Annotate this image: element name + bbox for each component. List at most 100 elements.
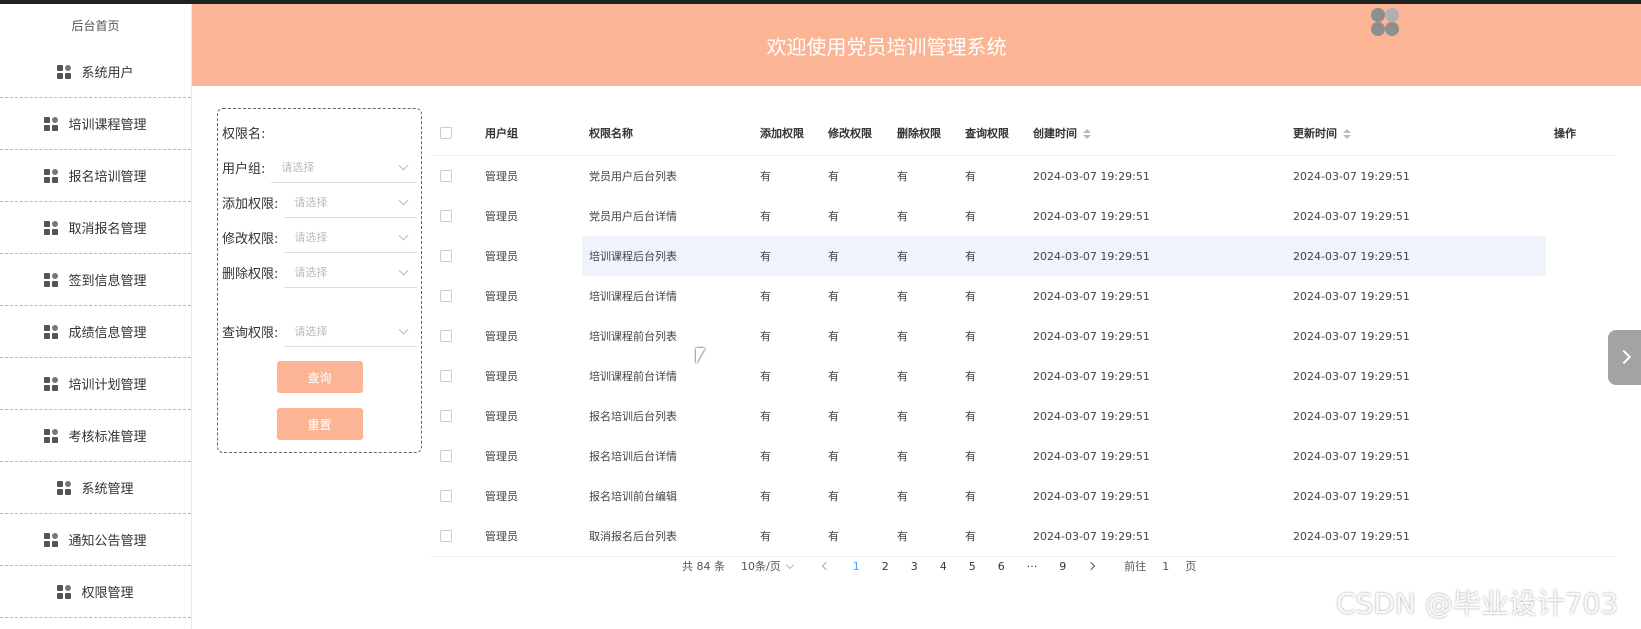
table-row[interactable]: 管理员 培训课程后台详情 有 有 有 有 2024-03-07 19:29:51 2024-0… (430, 276, 1616, 316)
table-body: 管理员 党员用户后台列表有有有有 2024-03-07 19:29:51 2024-0… (430, 156, 1616, 556)
row-checkbox[interactable] (440, 330, 452, 342)
sidebar-item-label: 系统用户 (81, 66, 134, 81)
sidebar-item-scores[interactable]: 成绩信息管理 (0, 306, 191, 358)
table-cell: 2024-03-07 19:29:51 (1033, 329, 1150, 343)
add-permission-select[interactable]: 请选择 (284, 188, 417, 218)
table-cell: 2024-03-07 19:29:51 (1033, 169, 1150, 183)
sidebar-item-plan[interactable]: 培训计划管理 (0, 358, 191, 410)
avatar[interactable] (1369, 6, 1401, 38)
table-cell: 管理员 (485, 210, 518, 223)
table-cell: 2024-03-07 19:29:51 (1033, 369, 1150, 383)
edit-permission-select[interactable]: 请选择 (284, 223, 417, 253)
table-cell: 有 (760, 210, 771, 223)
page-3[interactable]: 3 (911, 560, 918, 573)
chevron-right-icon[interactable] (1608, 330, 1641, 385)
sidebar-item-course[interactable]: 培训课程管理 (0, 98, 191, 150)
chevron-down-icon (398, 324, 409, 334)
table-cell: 2024-03-07 19:29:51 (1033, 449, 1150, 463)
table-row[interactable]: 管理员 报名培训后台详情 有 有 有 有 2024-03-07 19:29:51 2024-0… (430, 436, 1616, 476)
row-checkbox[interactable] (440, 370, 452, 382)
page-6[interactable]: 6 (998, 560, 1005, 573)
menu-icon (44, 168, 60, 183)
menu-icon (57, 64, 73, 79)
table-cell: 有 (760, 450, 771, 463)
checkbox-cell (430, 530, 485, 542)
sidebar-item-label: 成绩信息管理 (68, 326, 147, 341)
checkbox-cell (430, 250, 485, 262)
sidebar-item-permissions[interactable]: 权限管理 (0, 566, 191, 618)
sortable-column-header[interactable]: 创建时间 (1033, 125, 1293, 141)
chevron-down-icon (398, 230, 409, 240)
prev-page-icon[interactable] (821, 561, 830, 571)
user-group-label: 用户组: (222, 162, 266, 177)
row-checkbox[interactable] (440, 170, 452, 182)
table-cell: 管理员 (485, 290, 518, 303)
row-checkbox[interactable] (440, 530, 452, 542)
table-cell: 有 (760, 330, 771, 343)
sidebar-item-notice[interactable]: 通知公告管理 (0, 514, 191, 566)
table-row[interactable]: 管理员 党员用户后台详情 有 有 有 有 2024-03-07 19:29:51 2024-0… (430, 196, 1616, 236)
table-row[interactable]: 管理员 培训课程前台详情 有 有 有 有 2024-03-07 19:29:51 2024-0… (430, 356, 1616, 396)
select-all-checkbox[interactable] (440, 126, 452, 139)
search-button[interactable]: 查询 (276, 361, 363, 393)
sortable-column-header[interactable]: 更新时间 (1293, 125, 1554, 141)
sidebar-home-link[interactable]: 后台首页 (0, 4, 191, 46)
row-checkbox[interactable] (440, 450, 452, 462)
menu-icon (44, 272, 60, 287)
sidebar-item-cancel-enroll[interactable]: 取消报名管理 (0, 202, 191, 254)
table-cell: 有 (828, 530, 839, 543)
column-header: 用户组 (485, 126, 518, 140)
page-size-select[interactable]: 10条/页 (741, 558, 781, 574)
goto-page-input[interactable]: 1 (1162, 560, 1169, 573)
delete-permission-label: 删除权限: (222, 267, 279, 282)
checkbox-cell (430, 410, 485, 422)
sidebar-item-system[interactable]: 系统管理 (0, 462, 191, 514)
table-row[interactable]: 管理员 培训课程前台列表 有 有 有 有 2024-03-07 19:29:51 2024-0… (430, 316, 1616, 356)
table-cell: 2024-03-07 19:29:51 (1293, 449, 1410, 463)
table-row[interactable]: 管理员 报名培训后台列表 有 有 有 有 2024-03-07 19:29:51 2024-0… (430, 396, 1616, 436)
menu-icon (44, 532, 60, 547)
next-page-icon[interactable] (1086, 561, 1096, 571)
table-row[interactable]: 管理员 报名培训前台编辑 有 有 有 有 2024-03-07 19:29:51 2024-0… (430, 476, 1616, 516)
sort-icon[interactable] (1343, 128, 1351, 139)
page-1[interactable]: 1 (853, 560, 860, 573)
table-cell: 有 (760, 410, 771, 423)
sidebar-item-enroll[interactable]: 报名培训管理 (0, 150, 191, 202)
sidebar-item-label: 取消报名管理 (68, 222, 147, 237)
more-pages[interactable]: ··· (1027, 560, 1038, 573)
table-cell: 有 (760, 490, 771, 503)
table-cell: 管理员 (485, 370, 518, 383)
table-cell: 有 (965, 450, 976, 463)
row-checkbox[interactable] (440, 210, 452, 222)
table-cell: 有 (965, 210, 976, 223)
table-row[interactable]: 管理员 党员用户后台列表 有 有 有 有 2024-03-07 19:29:51 2024-0… (430, 156, 1616, 196)
page-5[interactable]: 5 (969, 560, 976, 573)
page-2[interactable]: 2 (882, 560, 889, 573)
user-group-select[interactable]: 请选择 (271, 153, 417, 183)
table-row[interactable]: 管理员 培训课程后台列表 有 有 有 有 2024-03-07 19:29:51 2024-0… (430, 236, 1616, 276)
row-checkbox[interactable] (440, 410, 452, 422)
table-cell: 有 (828, 410, 839, 423)
sidebar-item-signin[interactable]: 签到信息管理 (0, 254, 191, 306)
sidebar-item-system-users[interactable]: 系统用户 (0, 46, 191, 98)
sort-icon[interactable] (1083, 128, 1091, 139)
table-cell: 2024-03-07 19:29:51 (1293, 249, 1410, 263)
delete-permission-select[interactable]: 请选择 (284, 258, 417, 288)
table-cell: 有 (760, 170, 771, 183)
table-cell: 培训课程前台详情 (589, 370, 677, 383)
select-placeholder: 请选择 (294, 266, 328, 279)
query-permission-select[interactable]: 请选择 (284, 317, 417, 347)
row-checkbox[interactable] (440, 290, 452, 302)
row-checkbox[interactable] (440, 250, 452, 262)
page-9[interactable]: 9 (1059, 560, 1066, 573)
table-cell: 有 (828, 370, 839, 383)
select-placeholder: 请选择 (294, 231, 328, 244)
sidebar-item-assessment[interactable]: 考核标准管理 (0, 410, 191, 462)
table-cell: 2024-03-07 19:29:51 (1293, 169, 1410, 183)
reset-button[interactable]: 重置 (276, 408, 363, 440)
table-cell: 有 (760, 530, 771, 543)
table-row[interactable]: 管理员 取消报名后台列表 有 有 有 有 2024-03-07 19:29:51 2024-0… (430, 516, 1616, 556)
row-checkbox[interactable] (440, 490, 452, 502)
permission-name-input[interactable] (271, 118, 417, 148)
page-4[interactable]: 4 (940, 560, 947, 573)
